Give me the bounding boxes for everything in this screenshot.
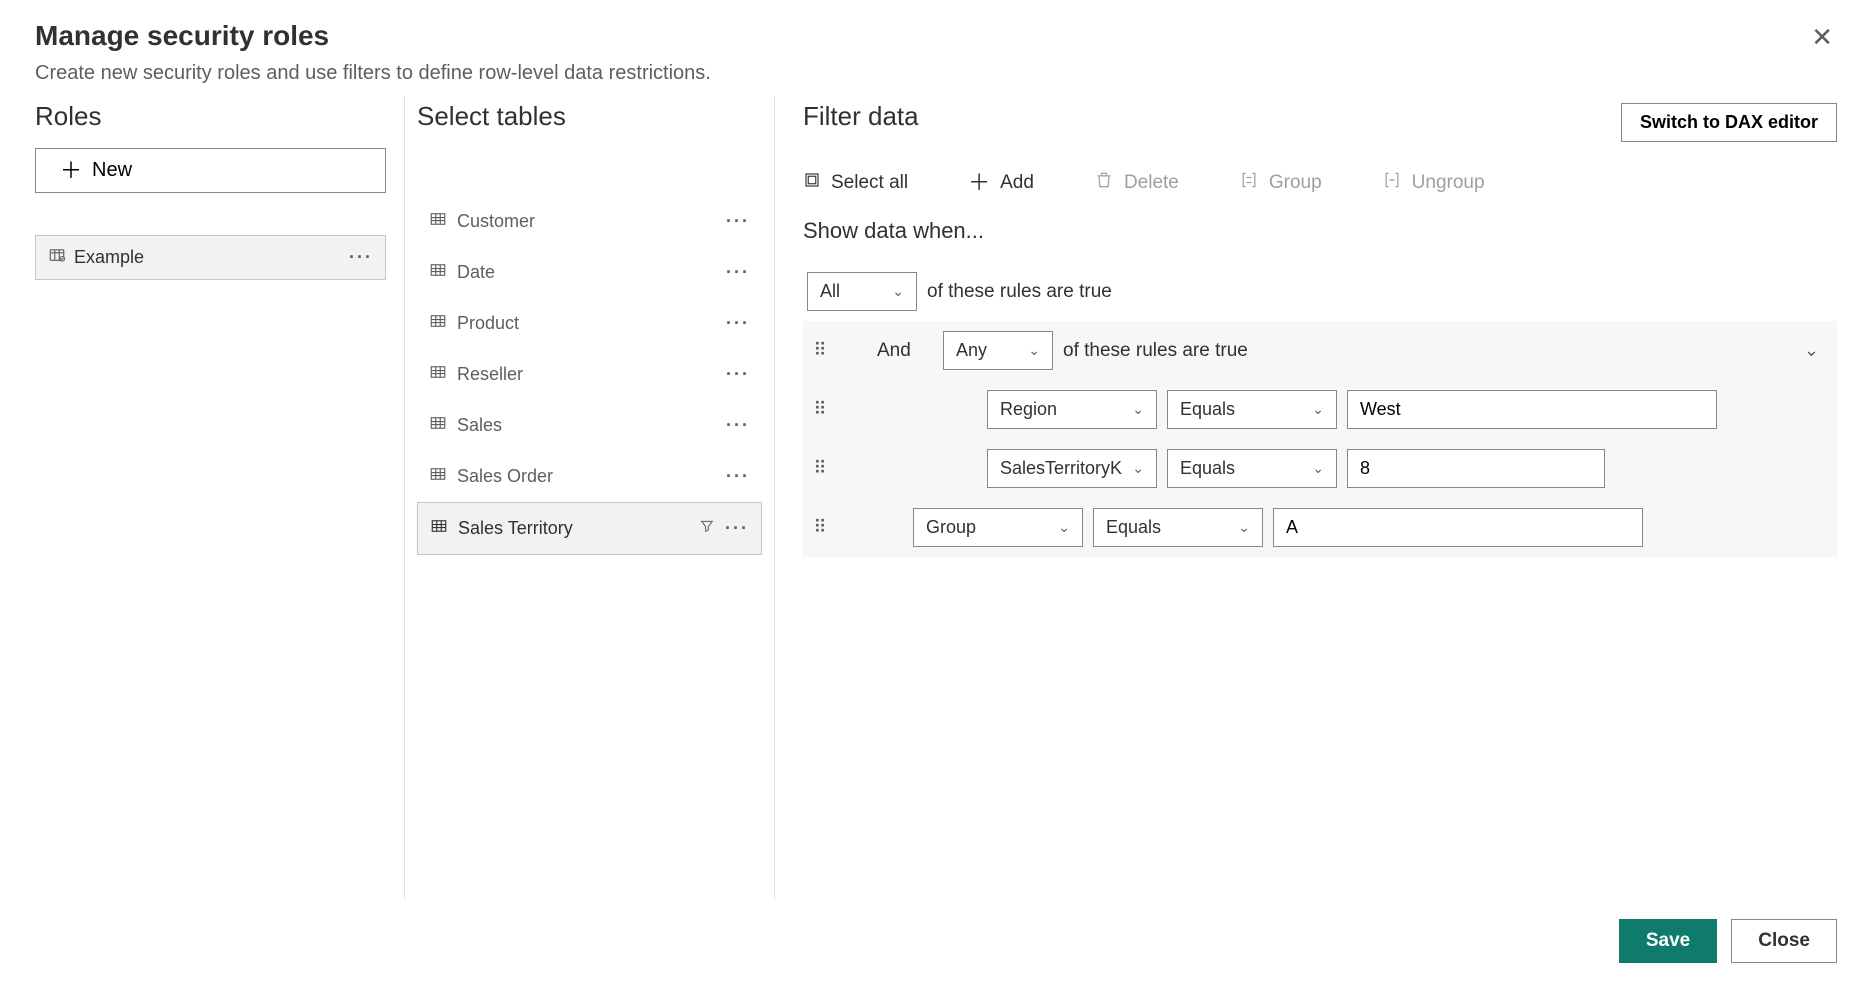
more-icon[interactable]: ··· [726, 364, 750, 385]
table-icon [429, 465, 447, 488]
rule-operator-select[interactable]: Equals ⌄ [1167, 449, 1337, 488]
select-all-button[interactable]: Select all [803, 171, 908, 195]
chevron-down-icon: ⌄ [1312, 460, 1324, 477]
table-icon [429, 414, 447, 437]
new-role-button[interactable]: ＋ New [35, 148, 386, 193]
rule-field-value: SalesTerritoryK [1000, 458, 1122, 479]
rules-text: of these rules are true [927, 281, 1112, 303]
table-item[interactable]: Date ··· [417, 247, 762, 298]
switch-dax-button[interactable]: Switch to DAX editor [1621, 103, 1837, 142]
collapse-chevron-icon[interactable]: ⌄ [1804, 340, 1819, 361]
table-icon [429, 312, 447, 335]
rule-field-value: Group [926, 517, 976, 538]
ungroup-icon [1382, 170, 1402, 196]
table-item-label: Sales Territory [458, 518, 573, 539]
rule-field-select[interactable]: Region ⌄ [987, 390, 1157, 429]
chevron-down-icon: ⌄ [892, 283, 904, 300]
chevron-down-icon: ⌄ [1238, 519, 1250, 536]
ungroup-label: Ungroup [1412, 172, 1485, 194]
plus-icon: ＋ [968, 172, 990, 194]
outer-quantifier-value: All [820, 281, 840, 302]
inner-quantifier-select[interactable]: Any ⌄ [943, 331, 1053, 370]
trash-icon [1094, 170, 1114, 196]
dialog-title: Manage security roles [35, 20, 711, 52]
table-icon [429, 363, 447, 386]
role-item-label: Example [74, 247, 144, 268]
more-icon[interactable]: ··· [349, 247, 373, 268]
more-icon[interactable]: ··· [726, 313, 750, 334]
more-icon[interactable]: ··· [726, 211, 750, 232]
add-button[interactable]: ＋ Add [968, 172, 1034, 194]
chevron-down-icon: ⌄ [1312, 401, 1324, 418]
rule-field-select[interactable]: Group ⌄ [913, 508, 1083, 547]
rule-operator-value: Equals [1180, 399, 1235, 420]
drag-handle-icon[interactable]: ⠿ [803, 458, 837, 479]
table-item[interactable]: Customer ··· [417, 196, 762, 247]
chevron-down-icon: ⌄ [1132, 401, 1144, 418]
select-all-label: Select all [831, 172, 908, 194]
table-item[interactable]: Sales Order ··· [417, 451, 762, 502]
add-label: Add [1000, 172, 1034, 194]
save-button[interactable]: Save [1619, 919, 1717, 963]
table-item-label: Sales Order [457, 466, 553, 487]
chevron-down-icon: ⌄ [1058, 519, 1070, 536]
table-item-label: Reseller [457, 364, 523, 385]
table-icon [429, 210, 447, 233]
close-icon[interactable]: ✕ [1807, 20, 1837, 54]
rule-value-input[interactable] [1347, 390, 1717, 429]
table-item-label: Sales [457, 415, 502, 436]
chevron-down-icon: ⌄ [1132, 460, 1144, 477]
table-item-label: Customer [457, 211, 535, 232]
rule-field-value: Region [1000, 399, 1057, 420]
rule-value-input[interactable] [1347, 449, 1605, 488]
close-button[interactable]: Close [1731, 919, 1837, 963]
role-item[interactable]: Example ··· [35, 235, 386, 280]
show-when-label: Show data when... [803, 218, 1837, 244]
more-icon[interactable]: ··· [725, 518, 749, 539]
drag-handle-icon[interactable]: ⠿ [803, 517, 837, 538]
dialog-subtitle: Create new security roles and use filter… [35, 62, 711, 85]
rules-text-inner: of these rules are true [1063, 340, 1248, 362]
table-item-label: Date [457, 262, 495, 283]
outer-quantifier-select[interactable]: All ⌄ [807, 272, 917, 311]
table-item-label: Product [457, 313, 519, 334]
delete-button[interactable]: Delete [1094, 170, 1179, 196]
table-item[interactable]: Sales ··· [417, 400, 762, 451]
new-role-label: New [92, 159, 132, 182]
table-item[interactable]: Product ··· [417, 298, 762, 349]
more-icon[interactable]: ··· [726, 466, 750, 487]
roles-heading: Roles [35, 101, 386, 132]
rule-operator-select[interactable]: Equals ⌄ [1093, 508, 1263, 547]
delete-label: Delete [1124, 172, 1179, 194]
plus-icon: ＋ [60, 160, 82, 182]
chevron-down-icon: ⌄ [1028, 342, 1040, 359]
group-label: Group [1269, 172, 1322, 194]
ungroup-button[interactable]: Ungroup [1382, 170, 1485, 196]
table-item[interactable]: Reseller ··· [417, 349, 762, 400]
more-icon[interactable]: ··· [726, 415, 750, 436]
rule-operator-value: Equals [1180, 458, 1235, 479]
drag-handle-icon[interactable]: ⠿ [803, 340, 837, 361]
rule-value-input[interactable] [1273, 508, 1643, 547]
filter-heading: Filter data [803, 101, 919, 132]
table-icon [430, 517, 448, 540]
and-label: And [877, 340, 921, 362]
drag-handle-icon[interactable]: ⠿ [803, 399, 837, 420]
select-all-icon [803, 171, 821, 195]
more-icon[interactable]: ··· [726, 262, 750, 283]
tables-heading: Select tables [417, 101, 762, 132]
table-icon [429, 261, 447, 284]
rule-field-select[interactable]: SalesTerritoryK ⌄ [987, 449, 1157, 488]
rule-operator-select[interactable]: Equals ⌄ [1167, 390, 1337, 429]
rule-operator-value: Equals [1106, 517, 1161, 538]
filter-icon [699, 518, 715, 539]
role-icon [48, 246, 66, 269]
table-item[interactable]: Sales Territory ··· [417, 502, 762, 555]
inner-quantifier-value: Any [956, 340, 987, 361]
group-button[interactable]: Group [1239, 170, 1322, 196]
group-icon [1239, 170, 1259, 196]
